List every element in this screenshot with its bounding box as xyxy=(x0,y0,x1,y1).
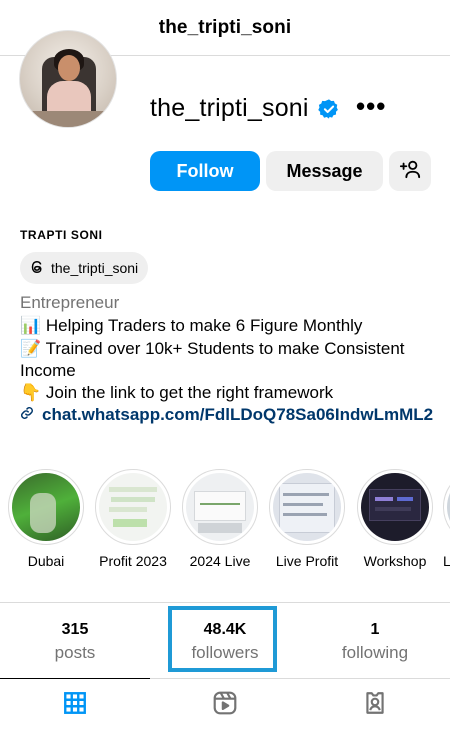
highlight-item[interactable]: Live Profit xyxy=(268,469,346,569)
posts-count[interactable]: 315 posts xyxy=(0,603,150,678)
add-person-button[interactable] xyxy=(389,151,431,191)
highlight-label: 2024 Live xyxy=(189,553,251,569)
message-button[interactable]: Message xyxy=(266,151,383,191)
highlight-item[interactable]: L xyxy=(443,469,450,569)
profile-username: the_tripti_soni xyxy=(150,94,340,123)
tab-reels[interactable] xyxy=(150,679,300,731)
threads-handle: the_tripti_soni xyxy=(51,260,139,276)
verified-badge-icon xyxy=(317,98,340,120)
link-icon xyxy=(20,405,34,425)
highlight-label: L xyxy=(443,553,450,569)
story-highlights: Dubai Profit 2023 2024 Live Live Profit xyxy=(0,469,450,579)
highlight-label: Dubai xyxy=(27,553,65,569)
followers-highlight-box xyxy=(168,606,277,672)
username-text: the_tripti_soni xyxy=(150,94,309,122)
highlight-item[interactable]: Profit 2023 xyxy=(94,469,172,569)
reels-icon xyxy=(212,690,238,721)
header-title: the_tripti_soni xyxy=(158,16,292,38)
follow-button[interactable]: Follow xyxy=(150,151,260,191)
highlight-label: Live Profit xyxy=(275,553,339,569)
tab-posts[interactable] xyxy=(0,678,150,731)
profile-tabs xyxy=(0,678,450,731)
bio-line: Income xyxy=(20,361,76,380)
grid-icon xyxy=(62,690,88,721)
add-person-icon xyxy=(399,158,421,185)
profile-actions: Follow Message xyxy=(150,151,431,191)
highlight-label: Workshop xyxy=(363,553,427,569)
link-text: chat.whatsapp.com/FdlLDoQ78Sa06IndwLmML2 xyxy=(42,405,434,424)
highlight-label: Profit 2023 xyxy=(99,553,167,569)
highlight-item[interactable]: Dubai xyxy=(7,469,85,569)
avatar[interactable] xyxy=(19,30,117,128)
tab-tagged[interactable] xyxy=(300,679,450,731)
following-count[interactable]: 1 following xyxy=(300,603,450,678)
posts-value: 315 xyxy=(61,621,89,638)
bio-line: 📊 Helping Traders to make 6 Figure Month… xyxy=(20,316,363,335)
full-name: TRAPTI SONI xyxy=(20,228,103,242)
bio-line: 📝 Trained over 10k+ Students to make Con… xyxy=(20,339,405,358)
tagged-icon xyxy=(362,690,388,721)
following-value: 1 xyxy=(370,621,380,638)
profile-category: Entrepreneur xyxy=(20,293,120,312)
following-label: following xyxy=(341,643,409,662)
more-options-icon[interactable]: ••• xyxy=(356,93,386,119)
posts-label: posts xyxy=(54,643,96,662)
bio-link[interactable]: chat.whatsapp.com/FdlLDoQ78Sa06IndwLmML2 xyxy=(20,405,433,425)
bio-line: 👇 Join the link to get the right framewo… xyxy=(20,383,334,402)
highlight-item[interactable]: Workshop xyxy=(356,469,434,569)
threads-icon xyxy=(28,258,46,279)
threads-link[interactable]: the_tripti_soni xyxy=(20,252,149,284)
highlight-item[interactable]: 2024 Live xyxy=(181,469,259,569)
